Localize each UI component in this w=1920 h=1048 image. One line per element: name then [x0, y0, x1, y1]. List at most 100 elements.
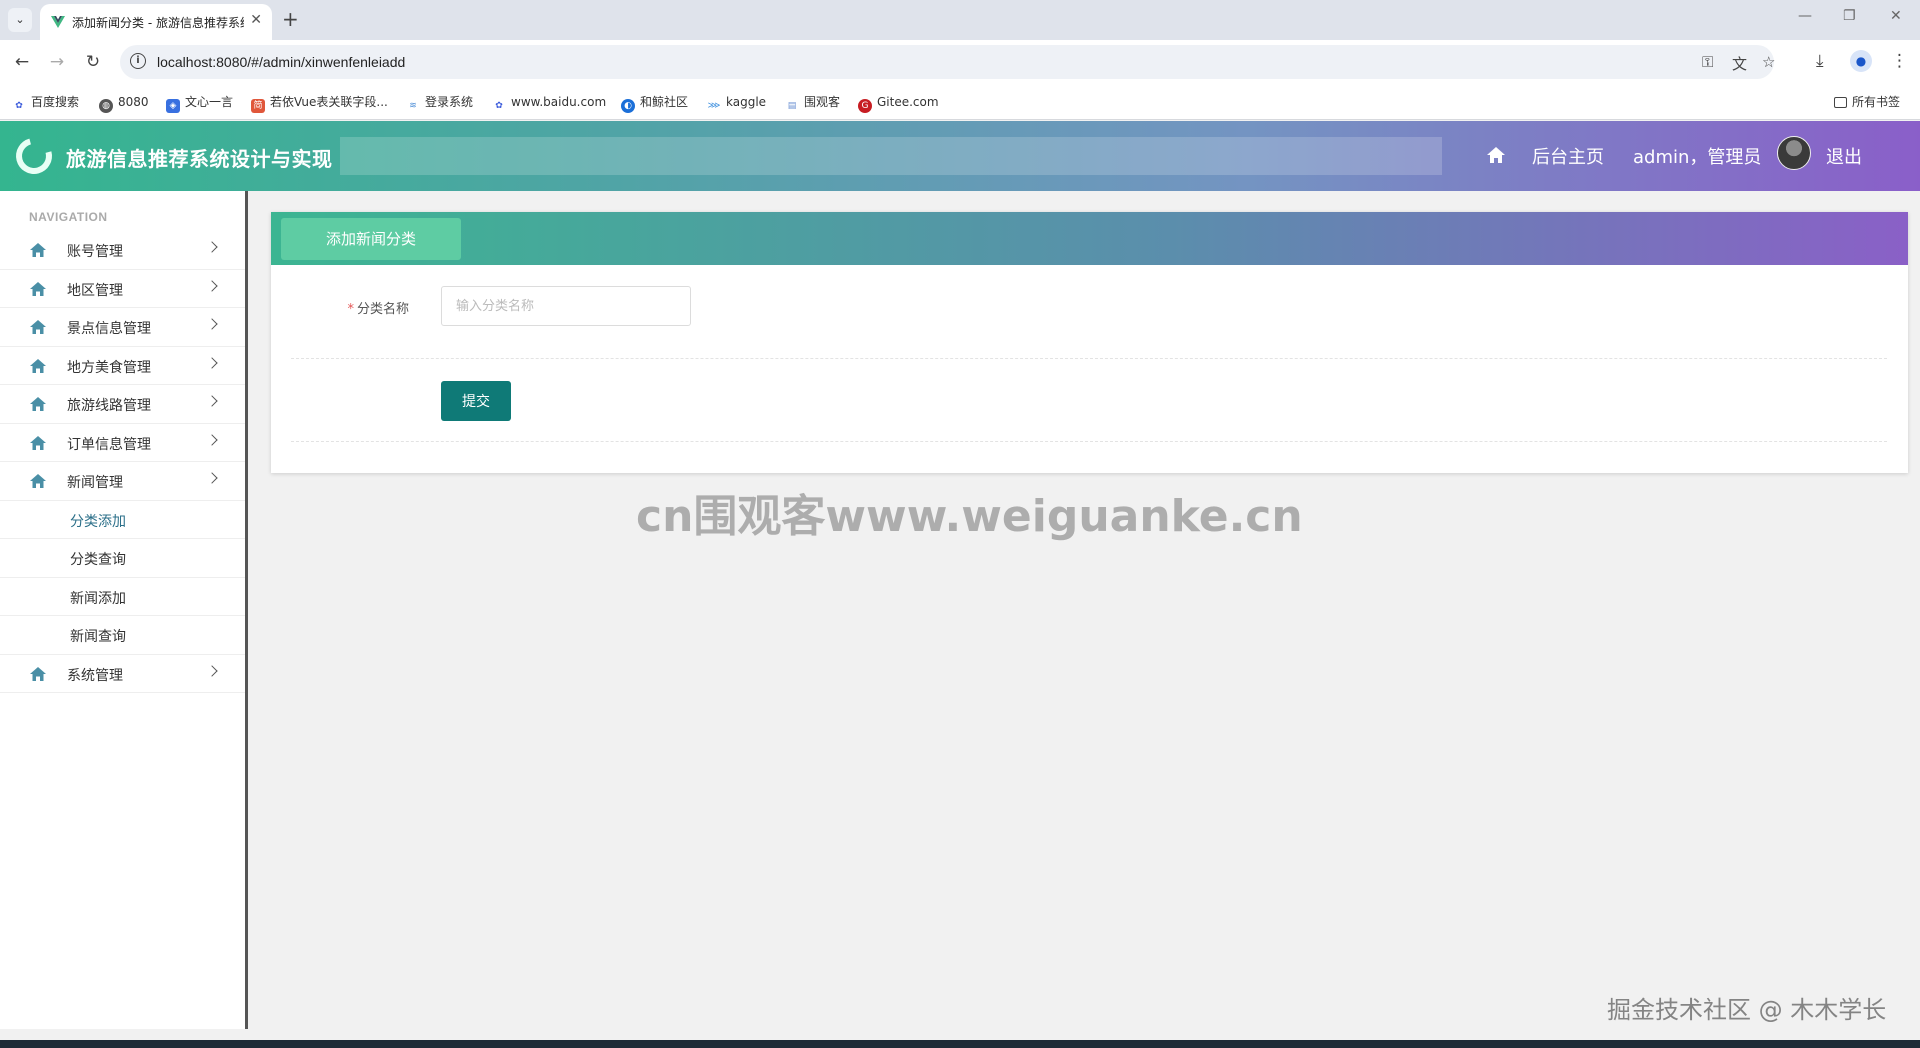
- sidebar-subitem-label: 新闻查询: [70, 629, 126, 645]
- heywhale-icon: ◐: [621, 99, 635, 113]
- bookmark-login[interactable]: ≋ 登录系统: [406, 92, 473, 112]
- corner-watermark: 掘金技术社区 @ 木木学长: [1607, 996, 1887, 1024]
- chevron-right-icon: [206, 664, 218, 677]
- nav-caption: NAVIGATION: [29, 210, 108, 224]
- site-info-icon[interactable]: i: [130, 53, 146, 69]
- chevron-right-icon: [206, 241, 218, 253]
- new-tab-icon[interactable]: +: [282, 8, 299, 30]
- required-mark: *: [347, 302, 354, 317]
- bookmark-star-icon[interactable]: ☆: [1762, 53, 1775, 71]
- url-text[interactable]: localhost:8080/#/admin/xinwenfenleiadd: [157, 54, 405, 70]
- home-icon: [30, 666, 46, 681]
- os-taskbar: [0, 1040, 1920, 1048]
- app-header: 旅游信息推荐系统设计与实现 后台主页 admin，管理员 退出: [0, 121, 1920, 191]
- gitee-icon: G: [858, 99, 872, 113]
- password-key-icon[interactable]: ⚿: [1702, 53, 1713, 71]
- sidebar-item-region[interactable]: 地区管理: [0, 270, 245, 308]
- restore-icon[interactable]: ❐: [1843, 8, 1856, 24]
- tab-search-button[interactable]: ⌄: [8, 8, 32, 32]
- bookmark-ruoyi[interactable]: 简若依Vue表关联字段...: [251, 92, 388, 113]
- sidebar-subitem-label: 分类添加: [70, 513, 126, 530]
- home-icon[interactable]: [1486, 145, 1506, 165]
- baidu-paw-icon: ✿: [15, 101, 23, 111]
- sidebar-item-news[interactable]: 新闻管理: [0, 462, 245, 501]
- close-window-icon[interactable]: ✕: [1890, 8, 1902, 24]
- jianshu-icon: 简: [251, 99, 265, 113]
- all-bookmarks[interactable]: 所有书签: [1834, 92, 1900, 112]
- chevron-right-icon: [206, 472, 218, 484]
- admin-home-link[interactable]: 后台主页: [1532, 143, 1604, 169]
- home-icon: [30, 474, 46, 488]
- submit-button[interactable]: 提交: [441, 381, 511, 421]
- browser-toolbar: ← → ↻ i localhost:8080/#/admin/xinwenfen…: [0, 40, 1920, 86]
- bookmarks-bar: ✿ 百度搜索 ◍ 8080 ◈ 文心一言 简若依Vue表关联字段... ≋ 登录系统 ✿…: [0, 86, 1920, 120]
- reload-icon[interactable]: ↻: [81, 52, 105, 72]
- bookmark-weiguanke[interactable]: ▤ 围观客: [785, 92, 840, 112]
- logout-link[interactable]: 退出: [1826, 143, 1862, 169]
- sidebar-item-account[interactable]: 账号管理: [0, 231, 245, 270]
- bookmark-8080[interactable]: ◍ 8080: [99, 92, 149, 113]
- globe-icon: ◍: [99, 99, 113, 113]
- download-icon[interactable]: ⤓: [1816, 51, 1824, 71]
- sidebar-item-label: 新闻管理: [67, 475, 123, 491]
- sidebar-item-label: 景点信息管理: [67, 321, 151, 337]
- bookmark-heywhale[interactable]: ◐ 和鲸社区: [621, 92, 688, 113]
- bookmark-gitee[interactable]: G Gitee.com: [858, 92, 939, 113]
- home-icon: [30, 243, 46, 257]
- sidebar-item-scenic[interactable]: 景点信息管理: [0, 308, 245, 347]
- submit-row: 提交: [291, 359, 1887, 442]
- profile-icon[interactable]: ●: [1850, 50, 1872, 72]
- bookmark-wenxin[interactable]: ◈ 文心一言: [166, 92, 233, 113]
- back-icon[interactable]: ←: [10, 52, 34, 72]
- app-title: 旅游信息推荐系统设计与实现: [66, 147, 333, 171]
- sidebar-item-label: 地区管理: [67, 282, 123, 299]
- header-band: [340, 137, 1442, 175]
- sidebar-subitem-category-query[interactable]: 分类查询: [0, 539, 245, 578]
- bookmark-baidu-search[interactable]: ✿ 百度搜索: [12, 92, 79, 112]
- sidebar-subitem-news-query[interactable]: 新闻查询: [0, 616, 245, 655]
- home-icon: [30, 320, 46, 334]
- translate-icon[interactable]: 文: [1732, 53, 1747, 74]
- sidebar-item-system[interactable]: 系统管理: [0, 655, 245, 693]
- home-icon: [30, 435, 46, 450]
- home-icon: [30, 397, 46, 411]
- sidebar: NAVIGATION 账号管理 地区管理 景点信息管理 地方美食管理 旅游线路管…: [0, 191, 248, 1029]
- sidebar-subitem-label: 分类查询: [70, 552, 126, 568]
- sidebar-item-route[interactable]: 旅游线路管理: [0, 385, 245, 424]
- browser-tab[interactable]: 添加新闻分类 - 旅游信息推荐系统 ✕: [40, 4, 272, 40]
- sidebar-item-label: 账号管理: [67, 244, 123, 260]
- tab-title: 添加新闻分类 - 旅游信息推荐系统: [72, 16, 244, 30]
- baidu-paw-icon: ✿: [495, 101, 503, 111]
- home-icon: [30, 281, 46, 296]
- kaggle-icon: ⋙: [707, 101, 721, 111]
- close-tab-icon[interactable]: ✕: [250, 12, 262, 28]
- sidebar-item-order[interactable]: 订单信息管理: [0, 424, 245, 462]
- bookmark-baidu[interactable]: ✿ www.baidu.com: [492, 92, 606, 112]
- sidebar-subitem-news-add[interactable]: 新闻添加: [0, 578, 245, 616]
- form-panel: 添加新闻分类 *分类名称 提交: [271, 212, 1908, 473]
- menu-kebab-icon[interactable]: ⋮: [1891, 51, 1908, 71]
- bookmark-kaggle[interactable]: ⋙ kaggle: [707, 92, 766, 112]
- sidebar-item-label: 地方美食管理: [67, 359, 151, 376]
- app-logo-icon: [9, 131, 59, 181]
- login-system-icon: ≋: [409, 101, 417, 111]
- category-name-input[interactable]: [441, 286, 691, 326]
- forward-icon[interactable]: →: [45, 52, 69, 72]
- sidebar-subitem-category-add[interactable]: 分类添加: [0, 501, 245, 539]
- wenxin-icon: ◈: [166, 99, 180, 113]
- avatar[interactable]: [1777, 136, 1811, 170]
- sidebar-item-food[interactable]: 地方美食管理: [0, 347, 245, 385]
- weiguanke-icon: ▤: [787, 101, 797, 111]
- chevron-right-icon: [206, 395, 218, 407]
- address-bar[interactable]: i localhost:8080/#/admin/xinwenfenleiadd…: [120, 45, 1775, 79]
- chevron-right-icon: [206, 279, 218, 292]
- panel-title-tab: 添加新闻分类: [281, 218, 461, 260]
- minimize-icon[interactable]: —: [1798, 8, 1812, 24]
- chevron-right-icon: [206, 433, 218, 446]
- center-watermark: cn围观客www.weiguanke.cn: [636, 491, 1303, 542]
- category-name-label: * 分类名称: [311, 298, 409, 317]
- sidebar-menu: 账号管理 地区管理 景点信息管理 地方美食管理 旅游线路管理 订单信息管理 新闻…: [0, 231, 245, 693]
- sidebar-item-label: 旅游线路管理: [67, 398, 151, 414]
- chevron-right-icon: [206, 356, 218, 369]
- category-name-label-text: 分类名称: [356, 302, 409, 317]
